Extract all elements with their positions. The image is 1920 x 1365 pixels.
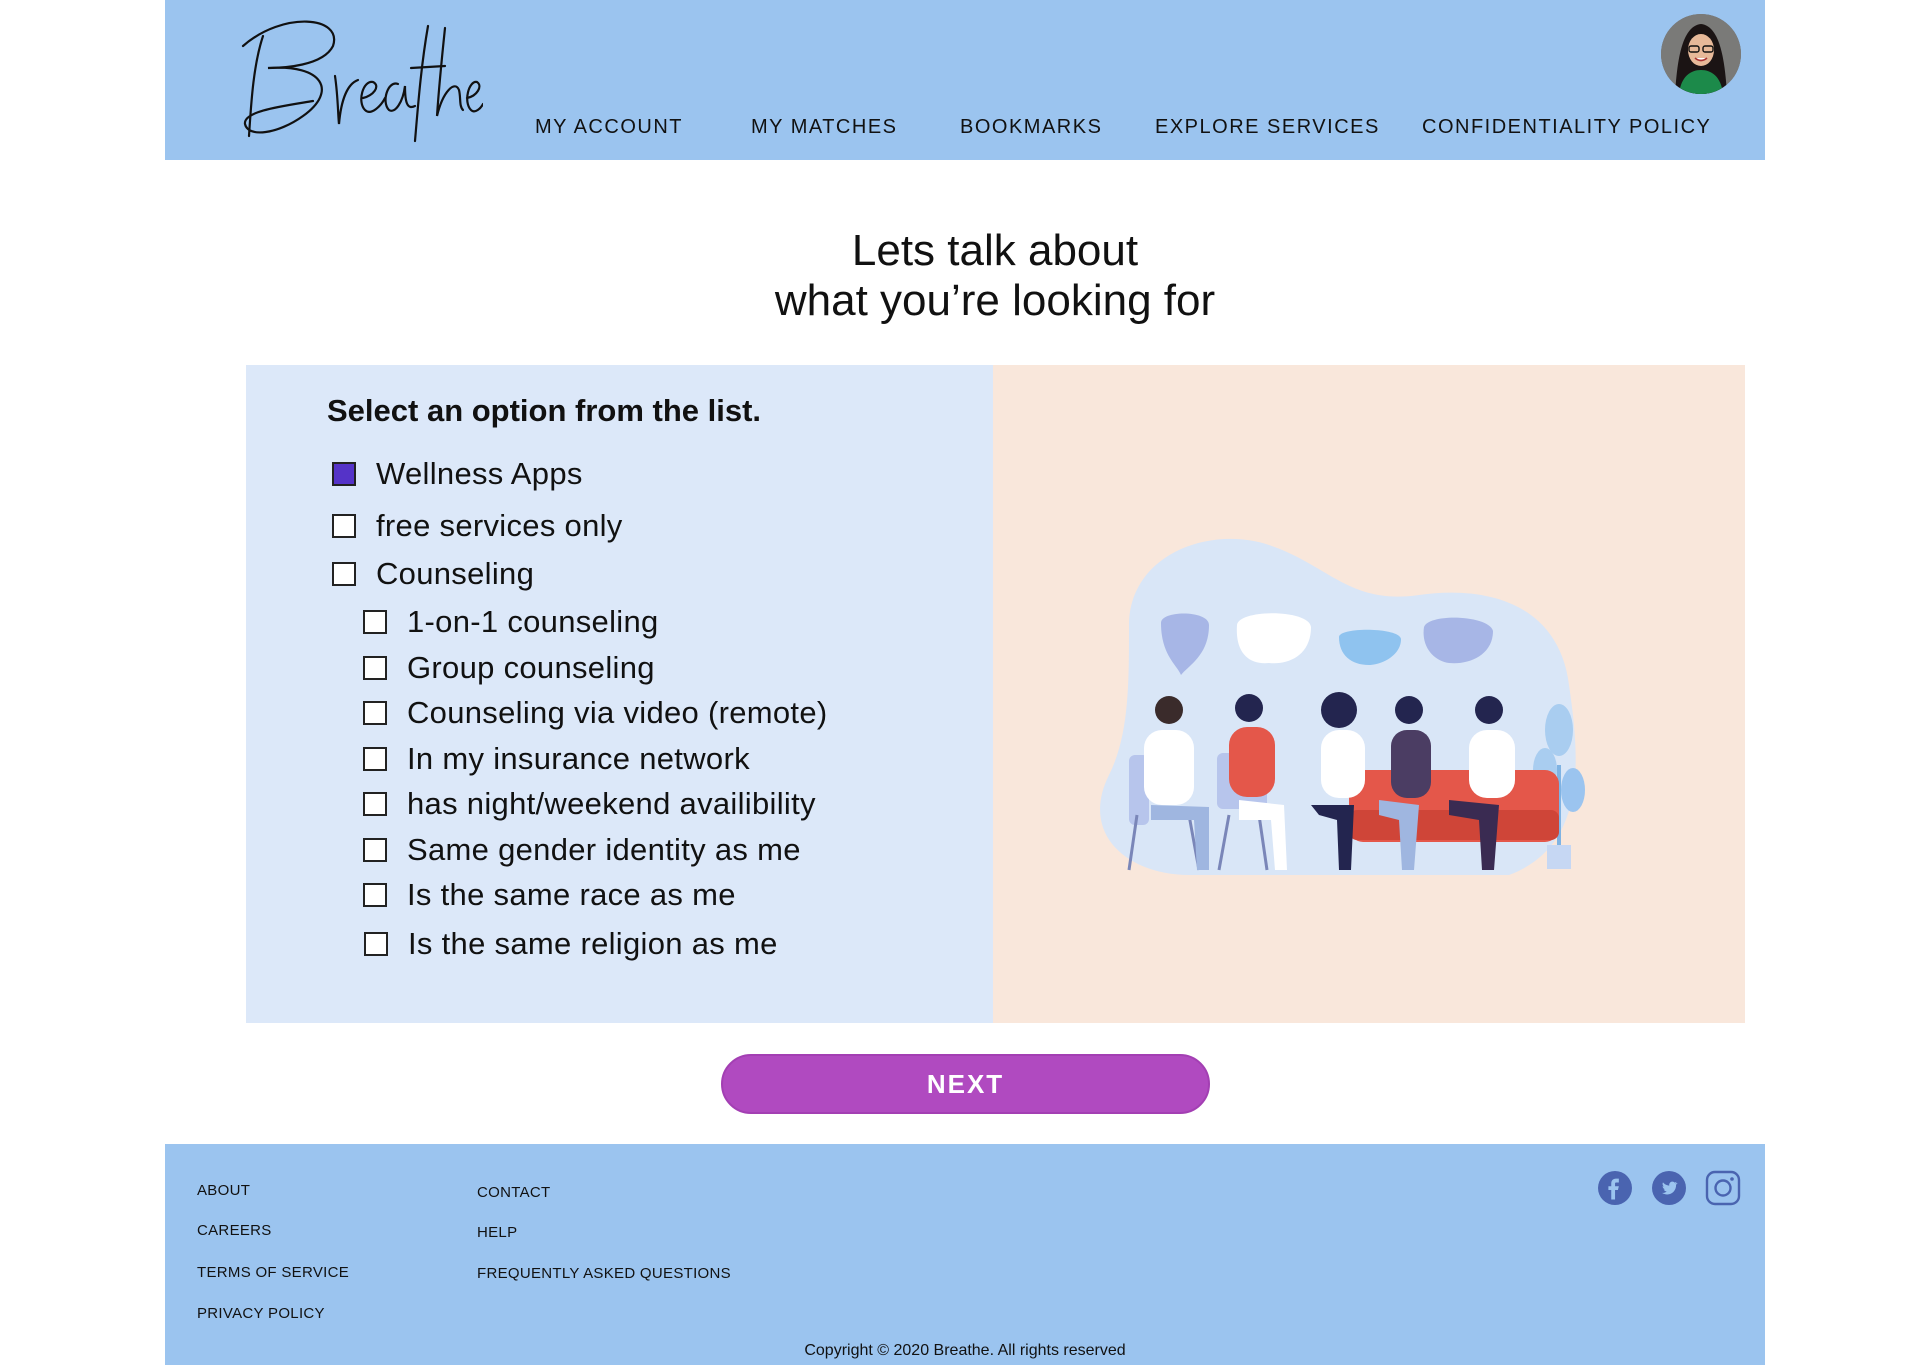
group-therapy-illustration xyxy=(1089,515,1609,895)
nav-explore-services[interactable]: EXPLORE SERVICES xyxy=(1155,116,1380,139)
footer-link-careers[interactable]: CAREERS xyxy=(197,1222,272,1239)
checkbox[interactable] xyxy=(363,656,387,680)
facebook-icon[interactable] xyxy=(1597,1170,1633,1206)
option-free-services-only[interactable]: free services only xyxy=(332,508,623,544)
footer-link-terms-of-service[interactable]: TERMS OF SERVICE xyxy=(197,1264,349,1281)
option-wellness-apps[interactable]: Wellness Apps xyxy=(332,456,583,492)
option-label: In my insurance network xyxy=(407,741,750,776)
option-same-religion[interactable]: Is the same religion as me xyxy=(364,926,778,962)
option-insurance-network[interactable]: In my insurance network xyxy=(363,741,750,777)
option-label: Is the same religion as me xyxy=(408,926,778,961)
illustration-panel xyxy=(993,365,1745,1023)
checkbox[interactable] xyxy=(332,562,356,586)
footer-link-about[interactable]: ABOUT xyxy=(197,1182,250,1199)
footer-link-privacy-policy[interactable]: PRIVACY POLICY xyxy=(197,1305,325,1322)
option-same-race[interactable]: Is the same race as me xyxy=(363,877,736,913)
checkbox-checked[interactable] xyxy=(332,462,356,486)
footer-link-help[interactable]: HELP xyxy=(477,1224,517,1241)
nav-my-account[interactable]: MY ACCOUNT xyxy=(535,116,683,139)
page-title-line1: Lets talk about xyxy=(851,226,1139,275)
instagram-icon[interactable] xyxy=(1705,1170,1741,1206)
next-button[interactable]: NEXT xyxy=(721,1054,1210,1114)
checkbox[interactable] xyxy=(363,792,387,816)
option-same-gender-identity[interactable]: Same gender identity as me xyxy=(363,832,801,868)
nav-confidentiality-policy[interactable]: CONFIDENTIALITY POLICY xyxy=(1422,116,1711,139)
checkbox[interactable] xyxy=(363,883,387,907)
site-header: MY ACCOUNT MY MATCHES BOOKMARKS EXPLORE … xyxy=(165,0,1765,160)
option-night-weekend[interactable]: has night/weekend availibility xyxy=(363,786,816,822)
footer-link-contact[interactable]: CONTACT xyxy=(477,1184,550,1201)
option-label: 1-on-1 counseling xyxy=(407,604,659,639)
page-title: Lets talk about what you’re looking for xyxy=(560,226,1430,326)
option-label: Same gender identity as me xyxy=(407,832,801,867)
nav-bookmarks[interactable]: BOOKMARKS xyxy=(960,116,1102,139)
copyright-text: Copyright © 2020 Breathe. All rights res… xyxy=(804,1342,1126,1359)
option-label: has night/weekend availibility xyxy=(407,786,816,821)
page-title-line2: what you’re looking for xyxy=(774,276,1216,325)
option-label: Is the same race as me xyxy=(407,877,736,912)
options-panel: Select an option from the list. Wellness… xyxy=(246,365,993,1023)
checkbox[interactable] xyxy=(363,747,387,771)
site-footer: ABOUT CAREERS TERMS OF SERVICE PRIVACY P… xyxy=(165,1144,1765,1365)
twitter-icon[interactable] xyxy=(1651,1170,1687,1206)
option-label: Counseling via video (remote) xyxy=(407,695,828,730)
option-counseling[interactable]: Counseling xyxy=(332,556,534,592)
user-avatar[interactable] xyxy=(1661,14,1741,94)
option-label: Wellness Apps xyxy=(376,456,583,491)
option-label: free services only xyxy=(376,508,623,543)
nav-my-matches[interactable]: MY MATCHES xyxy=(751,116,898,139)
checkbox[interactable] xyxy=(363,610,387,634)
checkbox[interactable] xyxy=(363,701,387,725)
checkbox[interactable] xyxy=(363,838,387,862)
checkbox[interactable] xyxy=(332,514,356,538)
main-nav: MY ACCOUNT MY MATCHES BOOKMARKS EXPLORE … xyxy=(165,116,1765,140)
instructions-label: Select an option from the list. xyxy=(327,393,762,428)
option-counseling-via-video[interactable]: Counseling via video (remote) xyxy=(363,695,828,731)
option-1-on-1-counseling[interactable]: 1-on-1 counseling xyxy=(363,604,659,640)
option-label: Group counseling xyxy=(407,650,655,685)
option-label: Counseling xyxy=(376,556,535,591)
option-group-counseling[interactable]: Group counseling xyxy=(363,650,655,686)
checkbox[interactable] xyxy=(364,932,388,956)
footer-link-faq[interactable]: FREQUENTLY ASKED QUESTIONS xyxy=(477,1265,731,1282)
